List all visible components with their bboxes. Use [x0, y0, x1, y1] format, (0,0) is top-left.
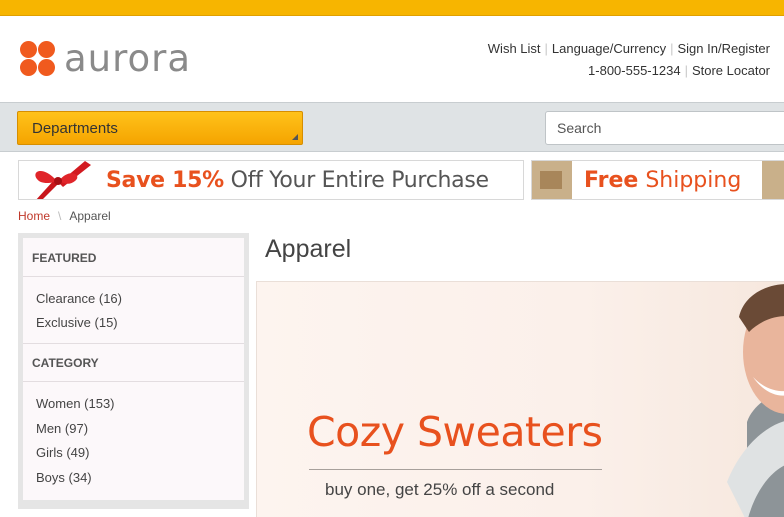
- shipping-box-icon: [762, 161, 784, 199]
- divider: [23, 343, 244, 344]
- divider: |: [670, 41, 674, 56]
- store-locator-link[interactable]: Store Locator: [692, 63, 770, 78]
- hero-subtitle: buy one, get 25% off a second: [325, 480, 555, 499]
- sidebar-item-clearance[interactable]: Clearance (16): [36, 291, 122, 306]
- sidebar-item-men[interactable]: Men (97): [36, 421, 88, 436]
- language-currency-link[interactable]: Language/Currency: [552, 41, 666, 56]
- departments-label: Departments: [32, 120, 118, 137]
- hero-banner[interactable]: Cozy Sweaters buy one, get 25% off a sec…: [256, 281, 784, 517]
- promo-shipping-bold: Free: [584, 168, 639, 193]
- dropdown-corner-icon: [292, 134, 298, 140]
- divider: |: [544, 41, 548, 56]
- top-accent-bar: [0, 0, 784, 16]
- logo-text: aurora: [64, 37, 192, 80]
- search-input[interactable]: [546, 112, 784, 144]
- gift-bow-icon: [35, 161, 91, 199]
- logo[interactable]: aurora: [20, 37, 192, 80]
- search-box: [545, 111, 784, 145]
- model-photo: [727, 284, 784, 517]
- promo-shipping-rest: Shipping: [645, 168, 742, 193]
- hero-divider: [309, 469, 602, 470]
- phone-number: 1-800-555-1234: [588, 63, 681, 78]
- utility-links: Wish List | Language/Currency | Sign In/Regi…: [488, 38, 770, 82]
- sidebar-item-exclusive[interactable]: Exclusive (15): [36, 315, 118, 330]
- wish-list-link[interactable]: Wish List: [488, 41, 541, 56]
- sidebar-filters: FEATURED Clearance (16) Exclusive (15) C…: [18, 233, 249, 509]
- page-title: Apparel: [265, 235, 352, 263]
- category-heading: CATEGORY: [32, 356, 99, 370]
- hero-title: Cozy Sweaters: [307, 408, 603, 456]
- breadcrumb-separator: \: [58, 209, 62, 223]
- shipping-box-icon: [532, 161, 572, 199]
- sidebar-item-girls[interactable]: Girls (49): [36, 445, 89, 460]
- breadcrumb-home-link[interactable]: Home: [18, 209, 50, 223]
- departments-dropdown[interactable]: Departments: [17, 111, 303, 145]
- promo-shipping-text: Free Shipping: [584, 168, 741, 193]
- promo-save-rest: Off Your Entire Purchase: [230, 168, 489, 193]
- sign-in-register-link[interactable]: Sign In/Register: [678, 41, 771, 56]
- sidebar-item-women[interactable]: Women (153): [36, 396, 115, 411]
- breadcrumb: Home \ Apparel: [18, 209, 111, 223]
- main-navbar: Departments: [0, 102, 784, 152]
- promo-save-text: Save 15% Off Your Entire Purchase: [106, 168, 489, 193]
- sidebar-item-boys[interactable]: Boys (34): [36, 470, 92, 485]
- featured-heading: FEATURED: [32, 251, 97, 265]
- divider: |: [684, 63, 688, 78]
- site-header: aurora Wish List | Language/Currency | Sign …: [0, 16, 784, 102]
- divider: [23, 276, 244, 277]
- divider: [23, 381, 244, 382]
- promo-banner-save[interactable]: Save 15% Off Your Entire Purchase: [18, 160, 524, 200]
- promo-save-highlight: Save 15%: [106, 168, 224, 193]
- breadcrumb-current: Apparel: [69, 209, 111, 223]
- promo-banner-shipping[interactable]: Free Shipping: [531, 160, 784, 200]
- sidebar-panel: FEATURED Clearance (16) Exclusive (15) C…: [23, 238, 244, 500]
- aurora-logo-icon: [20, 41, 56, 77]
